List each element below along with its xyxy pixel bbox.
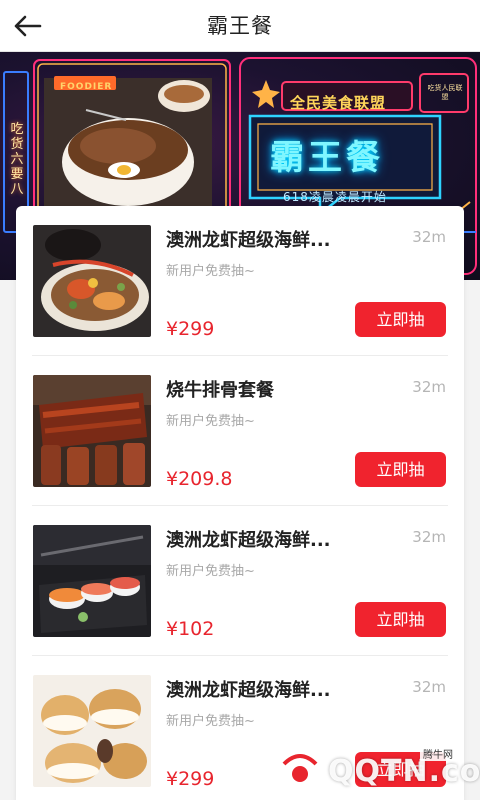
item-price: ¥299 xyxy=(166,768,215,790)
page: 霸王餐 吃货六要八 FOODIER 全民美食联盟 霸王餐 618凌晨凌晨开始 吃… xyxy=(0,0,480,800)
item-title: 澳洲龙虾超级海鲜... xyxy=(166,530,331,551)
item-thumbnail xyxy=(33,675,151,787)
item-thumbnail xyxy=(33,525,151,637)
item-distance: 32m xyxy=(412,528,446,546)
item-title: 澳洲龙虾超级海鲜... xyxy=(166,230,331,251)
deal-list: 澳洲龙虾超级海鲜... 32m 新用户免费抽~ ¥299 立即抽 烧牛排骨套餐 … xyxy=(16,206,464,800)
item-price: ¥299 xyxy=(166,318,215,340)
banner-side-text: 吃货六要八 xyxy=(10,122,24,197)
banner-foodier-label: FOODIER xyxy=(60,82,113,92)
item-subtitle: 新用户免费抽~ xyxy=(166,714,255,729)
draw-now-button[interactable]: 立即抽 xyxy=(355,602,446,637)
draw-now-button[interactable]: 立即抽 xyxy=(355,452,446,487)
item-price: ¥209.8 xyxy=(166,468,233,490)
item-thumbnail xyxy=(33,375,151,487)
list-item[interactable]: 澳洲龙虾超级海鲜... 32m 新用户免费抽~ ¥299 立即抽 xyxy=(16,656,464,800)
item-distance: 32m xyxy=(412,678,446,696)
item-title: 烧牛排骨套餐 xyxy=(166,380,274,401)
item-thumbnail xyxy=(33,225,151,337)
banner-subtitle: 618凌晨凌晨开始 xyxy=(283,190,387,204)
banner-alliance-text: 全民美食联盟 xyxy=(290,94,387,112)
draw-now-button[interactable]: 立即抽 xyxy=(355,302,446,337)
item-subtitle: 新用户免费抽~ xyxy=(166,414,255,429)
list-item[interactable]: 澳洲龙虾超级海鲜... 32m 新用户免费抽~ ¥299 立即抽 xyxy=(16,206,464,356)
banner-badge: 吃货人民联盟 xyxy=(427,84,463,101)
list-item[interactable]: 烧牛排骨套餐 32m 新用户免费抽~ ¥209.8 立即抽 xyxy=(16,356,464,506)
item-title: 澳洲龙虾超级海鲜... xyxy=(166,680,331,701)
top-nav-bar: 霸王餐 xyxy=(0,0,480,52)
banner-main-title: 霸王餐 xyxy=(270,138,384,178)
seafood-platter-image xyxy=(33,225,151,337)
cream-puffs-image xyxy=(33,675,151,787)
item-price: ¥102 xyxy=(166,618,215,640)
bbq-ribs-image xyxy=(33,375,151,487)
item-distance: 32m xyxy=(412,228,446,246)
item-distance: 32m xyxy=(412,378,446,396)
sushi-image xyxy=(33,525,151,637)
item-subtitle: 新用户免费抽~ xyxy=(166,264,255,279)
list-item[interactable]: 澳洲龙虾超级海鲜... 32m 新用户免费抽~ ¥102 立即抽 xyxy=(16,506,464,656)
item-subtitle: 新用户免费抽~ xyxy=(166,564,255,579)
page-title: 霸王餐 xyxy=(207,14,273,38)
draw-now-button[interactable]: 立即抽 xyxy=(355,752,446,787)
